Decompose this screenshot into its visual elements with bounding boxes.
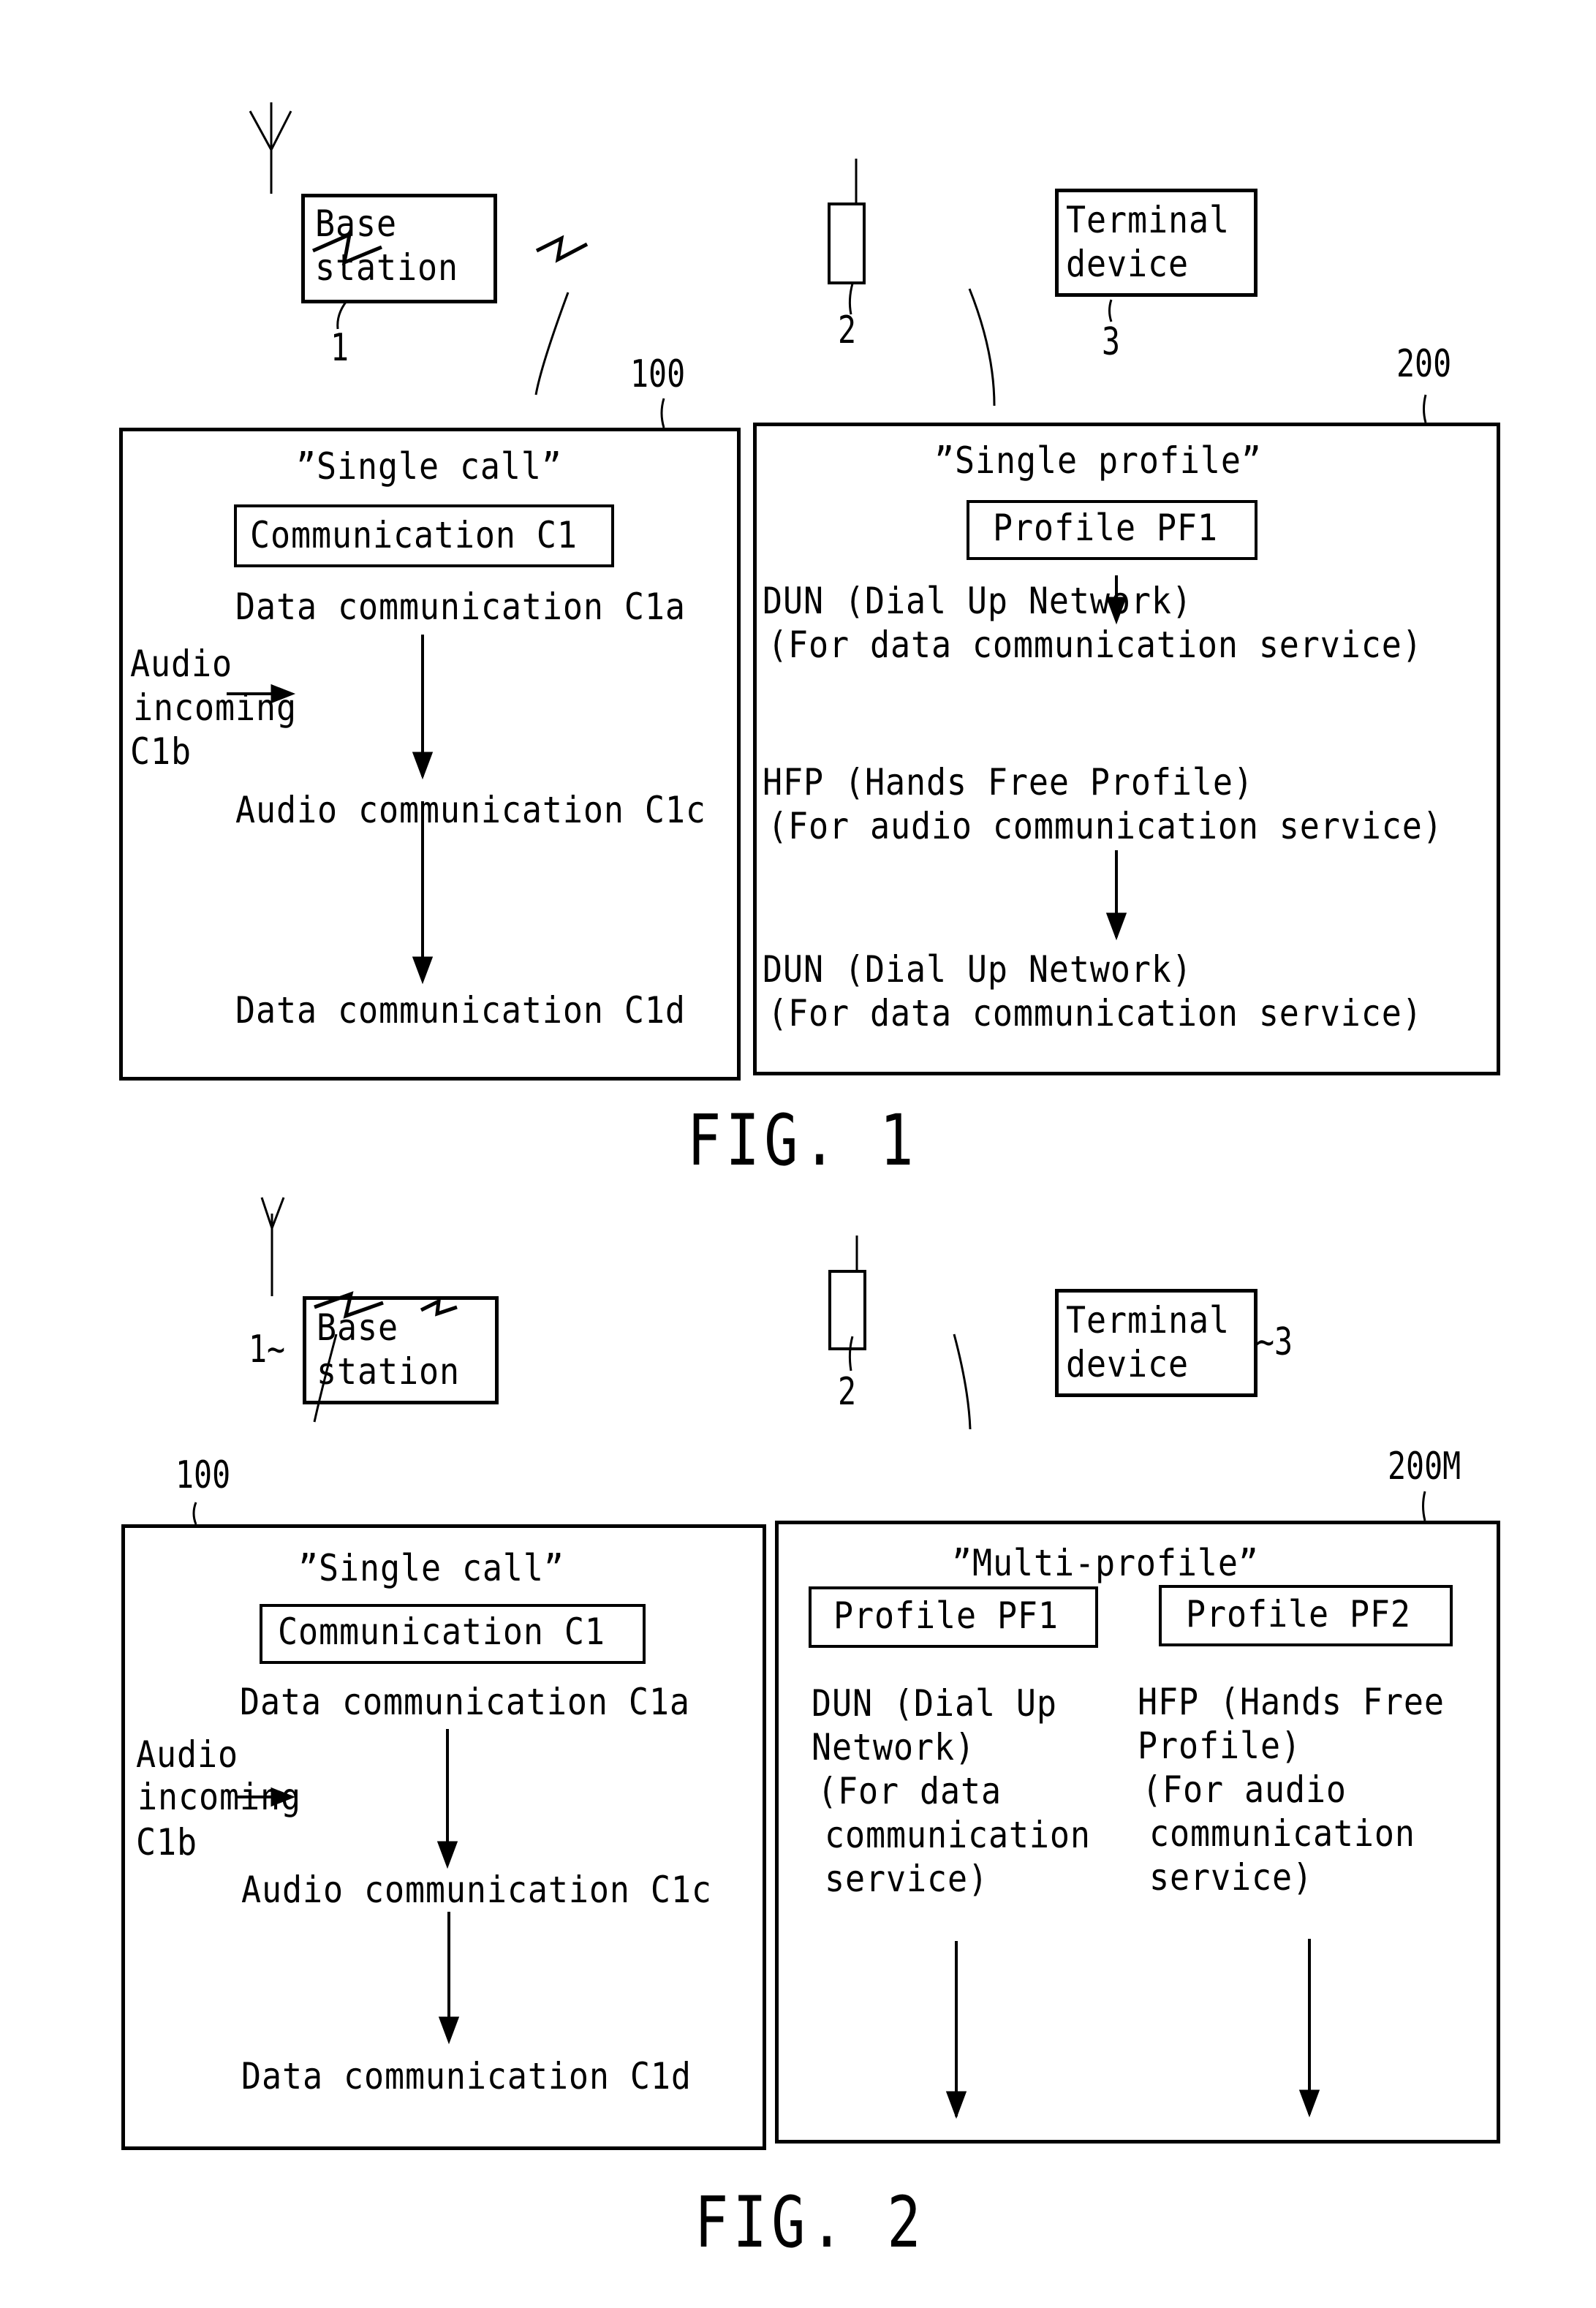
base-station-label-line2: station <box>315 246 458 289</box>
profile-item-2-line2: (For audio communication service) <box>768 805 1443 847</box>
single-profile-title: ”Single profile” <box>934 439 1262 482</box>
base-station-box: Base station <box>303 1296 499 1404</box>
communication-c1-label: Communication C1 <box>278 1611 605 1653</box>
step-audio-communication-c1c: Audio communication C1c <box>241 1869 712 1911</box>
step-audio-communication-c1c: Audio communication C1c <box>235 789 706 831</box>
profile-pf1-desc-1: DUN (Dial Up <box>812 1682 1057 1725</box>
ref-single-call-panel: 100 <box>175 1453 231 1497</box>
profile-pf1-desc-3: (For data <box>817 1770 1002 1812</box>
profile-pf2-label: Profile PF2 <box>1186 1593 1411 1635</box>
base-station-label-line2: station <box>317 1350 460 1393</box>
profile-pf1-label: Profile PF1 <box>833 1594 1059 1637</box>
relay-device <box>828 1270 866 1350</box>
communication-c1-label: Communication C1 <box>250 514 578 556</box>
ref-relay: 2 <box>838 309 857 352</box>
figure-1-caption: FIG. 1 <box>687 1100 918 1181</box>
base-station-label-line1: Base <box>315 203 397 245</box>
ref-multi-profile-panel: 200M <box>1388 1445 1461 1488</box>
incoming-line3: C1b <box>130 730 192 773</box>
profile-pf1-desc-2: Network) <box>812 1726 975 1768</box>
terminal-label-line2: device <box>1066 243 1189 285</box>
incoming-line1: Audio <box>136 1733 238 1776</box>
profile-item-3-line2: (For data communication service) <box>768 992 1423 1034</box>
ref-single-call-panel: 100 <box>630 352 686 396</box>
profile-pf1-desc-5: service) <box>825 1858 988 1900</box>
profile-item-1-line1: DUN (Dial Up Network) <box>763 580 1192 622</box>
terminal-label-line1: Terminal <box>1066 1299 1230 1342</box>
single-call-title: ”Single call” <box>298 1547 564 1589</box>
ref-single-profile-panel: 200 <box>1396 342 1452 386</box>
profile-pf2-desc-5: service) <box>1149 1856 1313 1899</box>
step-data-communication-c1a: Data communication C1a <box>240 1681 690 1723</box>
incoming-line3: C1b <box>136 1821 197 1864</box>
terminal-label-line1: Terminal <box>1066 199 1230 241</box>
ref-base-station: 1 <box>330 326 349 370</box>
ref-leader-1 <box>336 300 348 330</box>
incoming-line1: Audio <box>130 643 232 685</box>
wireless-link-icon <box>535 235 589 263</box>
ref-base-station: 1~ <box>249 1328 286 1371</box>
antenna-icon <box>260 1197 285 1296</box>
relay-device <box>828 203 866 284</box>
profile-item-2-line1: HFP (Hands Free Profile) <box>763 761 1254 803</box>
step-data-communication-c1d: Data communication C1d <box>235 989 686 1032</box>
incoming-line2: incoming <box>137 1776 301 1818</box>
step-data-communication-c1d: Data communication C1d <box>241 2055 692 2097</box>
incoming-line2: incoming <box>133 686 297 729</box>
ref-relay: 2 <box>838 1370 857 1414</box>
base-station-label-line1: Base <box>317 1306 398 1349</box>
profile-pf1-label: Profile PF1 <box>993 507 1218 549</box>
profile-item-1-line2: (For data communication service) <box>768 624 1423 666</box>
antenna-icon <box>249 102 292 194</box>
step-data-communication-c1a: Data communication C1a <box>235 586 686 628</box>
profile-item-3-line1: DUN (Dial Up Network) <box>763 948 1192 991</box>
terminal-label-line2: device <box>1066 1343 1189 1385</box>
ref-terminal: ~3 <box>1256 1320 1293 1364</box>
multi-profile-title: ”Multi-profile” <box>952 1542 1259 1584</box>
profile-pf2-desc-1: HFP (Hands Free <box>1138 1681 1445 1723</box>
base-station-box: Base station <box>301 194 497 303</box>
profile-pf2-desc-4: communication <box>1149 1812 1415 1855</box>
terminal-device-box: Terminal device <box>1055 189 1257 297</box>
profile-pf2-desc-2: Profile) <box>1138 1725 1301 1767</box>
single-call-title: ”Single call” <box>296 445 562 488</box>
terminal-device-box: Terminal device <box>1055 1289 1257 1397</box>
profile-pf1-desc-4: communication <box>825 1814 1091 1856</box>
figure-2-caption: FIG. 2 <box>695 2182 926 2263</box>
profile-pf2-desc-3: (For audio <box>1142 1768 1347 1811</box>
ref-terminal: 3 <box>1102 320 1121 364</box>
